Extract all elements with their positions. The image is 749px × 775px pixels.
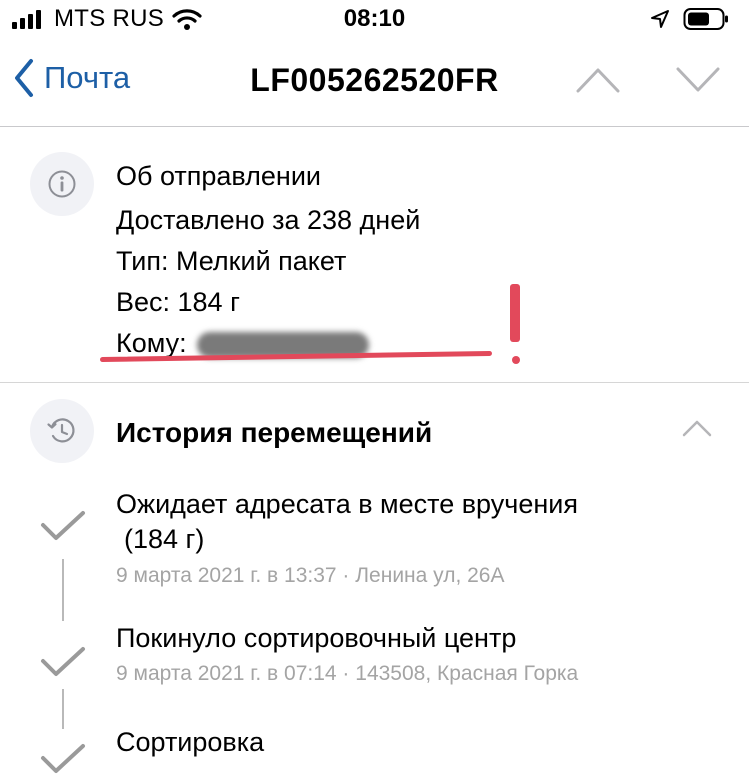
recipient-label: Кому:	[116, 328, 187, 358]
battery-icon	[683, 8, 728, 30]
history-icon-circle	[30, 399, 94, 463]
shipment-info-heading: Об отправлении	[116, 161, 321, 191]
history-event-title: Ожидает адресата в месте вручения	[116, 489, 578, 519]
chevron-up-icon	[682, 420, 712, 437]
package-weight: Вес: 184 г	[116, 287, 240, 317]
chevron-down-icon	[676, 67, 720, 92]
shipment-info-section: Об отправлении Доставлено за 238 дней Ти…	[0, 126, 749, 383]
movement-history-section: История перемещений Ожидает адресата в м…	[0, 383, 749, 773]
history-event-title: Покинуло сортировочный центр	[116, 623, 517, 653]
delivery-duration: Доставлено за 238 дней	[116, 205, 421, 235]
history-event-subtitle: (184 г)	[124, 524, 205, 554]
info-icon-circle	[30, 152, 94, 216]
page-title: LF005262520FR	[250, 62, 499, 98]
check-icon	[41, 511, 85, 540]
timeline-connector	[62, 559, 64, 621]
check-icon	[41, 647, 85, 676]
clock: 08:10	[343, 5, 406, 32]
navigation-bar: Почта LF005262520FR	[0, 40, 749, 127]
package-type: Тип: Мелкий пакет	[116, 246, 347, 276]
previous-button[interactable]	[576, 64, 620, 99]
collapse-history-button[interactable]	[682, 419, 712, 442]
next-button[interactable]	[676, 64, 720, 99]
annotation-exclamation-mark	[510, 284, 520, 342]
check-icon	[41, 744, 85, 773]
timeline-connector	[62, 689, 64, 729]
status-bar: MTS RUS 08:10	[0, 0, 749, 40]
info-icon	[48, 170, 76, 198]
annotation-exclamation-dot	[512, 356, 520, 364]
history-event-meta: 9 марта 2021 г. в 07:14 · 143508, Красна…	[116, 662, 579, 685]
history-event-title: Сортировка	[116, 727, 265, 757]
location-arrow-icon	[651, 10, 669, 28]
history-event-meta: 9 марта 2021 г. в 13:37 · Ленина ул, 26А	[116, 564, 505, 587]
history-clock-icon	[47, 418, 75, 443]
chevron-up-icon	[576, 68, 620, 93]
history-title: История перемещений	[116, 417, 433, 448]
